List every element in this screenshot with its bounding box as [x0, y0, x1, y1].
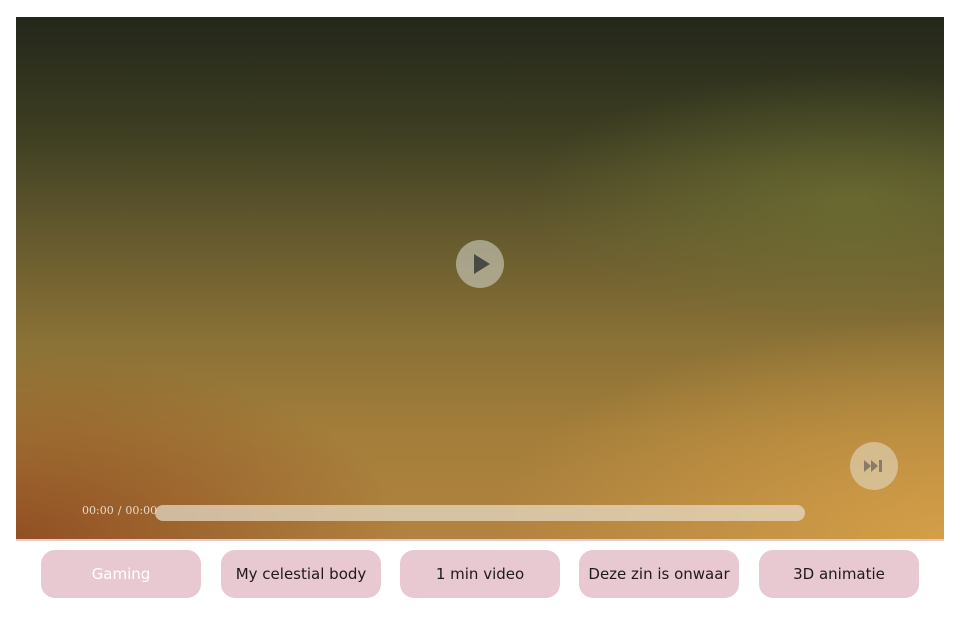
play-button[interactable]: [456, 240, 504, 288]
video-divider: [16, 539, 944, 541]
chip-my-celestial-body[interactable]: My celestial body: [221, 550, 381, 598]
chip-1-min-video[interactable]: 1 min video: [400, 550, 560, 598]
time-separator: /: [117, 504, 122, 517]
chip-3d-animatie[interactable]: 3D animatie: [759, 550, 919, 598]
chip-deze-zin-is-onwaar[interactable]: Deze zin is onwaar: [579, 550, 739, 598]
time-readout: 00:00/00:00: [82, 503, 157, 519]
chip-gaming[interactable]: Gaming: [41, 550, 201, 598]
duration: 00:00: [125, 504, 158, 517]
current-time: 00:00: [82, 504, 114, 517]
skip-next-icon: [864, 460, 882, 472]
play-icon: [474, 254, 490, 274]
category-chips: Gaming My celestial body 1 min video Dez…: [41, 550, 919, 598]
progress-bar[interactable]: [155, 505, 805, 521]
skip-next-button[interactable]: [850, 442, 898, 490]
